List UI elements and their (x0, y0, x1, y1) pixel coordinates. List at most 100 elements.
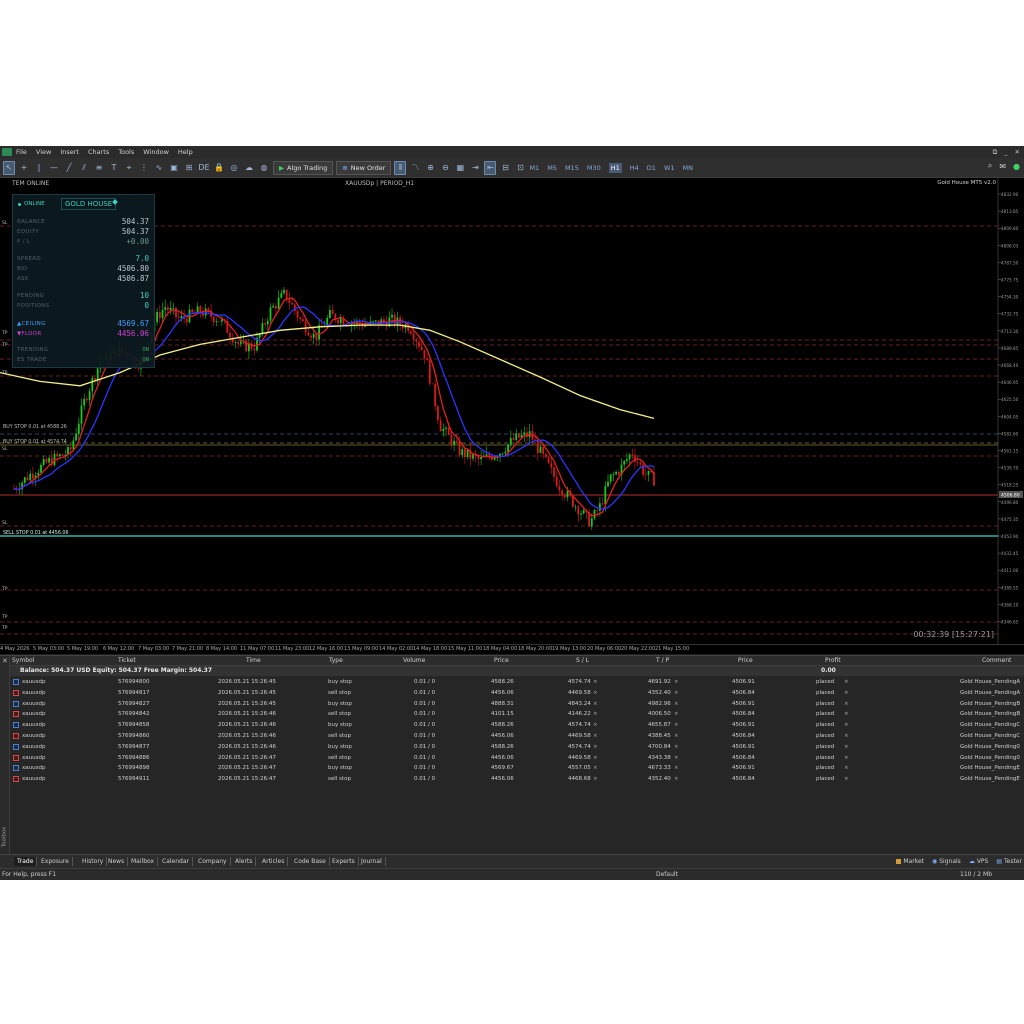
remove-sl-icon[interactable]: × (593, 776, 598, 782)
grid-icon[interactable]: ⊟ (499, 161, 511, 175)
col-time[interactable]: Time (246, 657, 261, 664)
tf-w1[interactable]: W1 (664, 164, 675, 172)
tf-m30[interactable]: M30 (587, 164, 601, 172)
algo-trading-button[interactable]: ▶ Algo Trading (273, 160, 334, 175)
order-row[interactable]: xauusdp 576994898 2026.05.21 15:26:47 buy s… (10, 763, 1024, 774)
order-row[interactable]: xauusdp 576994911 2026.05.21 15:26:47 sell … (10, 774, 1024, 785)
more-objects-icon[interactable]: ⋮ (138, 161, 150, 175)
signals-icon[interactable]: ◎ (228, 161, 240, 175)
tab-code-base[interactable]: Code Base (291, 857, 330, 866)
remove-tp-icon[interactable]: × (674, 679, 679, 685)
tab-trade[interactable]: Trade (14, 857, 38, 866)
chart-shift-icon[interactable]: ⇤ (484, 160, 497, 175)
zoom-out-icon[interactable]: ⊖ (439, 161, 451, 175)
toolbox-label[interactable]: Toolbox (1, 827, 7, 848)
tab-calendar[interactable]: Calendar (159, 857, 193, 866)
col-ticket[interactable]: Ticket (118, 657, 136, 664)
remove-profit-icon[interactable]: × (844, 744, 849, 750)
bar-chart-icon[interactable]: ⫴ (394, 160, 407, 175)
close-toolbox-icon[interactable]: ✕ (2, 657, 8, 665)
menu-tools[interactable]: Tools (118, 148, 134, 156)
order-row[interactable]: xauusdp 576994858 2026.05.21 15:26:46 buy s… (10, 720, 1024, 731)
tab-experts[interactable]: Experts (329, 857, 359, 866)
price-chart[interactable]: 4832.90 4813.85 4809.80 4808.03 4787.50 4775.… (0, 178, 1024, 644)
remove-sl-icon[interactable]: × (593, 765, 598, 771)
remove-sl-icon[interactable]: × (593, 679, 598, 685)
tab-articles[interactable]: Articles (259, 857, 289, 866)
depth-of-market-icon[interactable]: DE (198, 161, 210, 175)
tf-m15[interactable]: M15 (565, 164, 579, 172)
tab-mailbox[interactable]: Mailbox (128, 857, 159, 866)
remove-profit-icon[interactable]: × (844, 765, 849, 771)
remove-tp-icon[interactable]: × (674, 711, 679, 717)
remove-sl-icon[interactable]: × (593, 744, 598, 750)
col-profit[interactable]: Profit (825, 657, 841, 664)
tf-h1[interactable]: H1 (608, 162, 622, 173)
order-row[interactable]: xauusdp 576994877 2026.05.21 15:26:46 buy s… (10, 742, 1024, 753)
remove-sl-icon[interactable]: × (593, 701, 598, 707)
tf-m1[interactable]: M1 (529, 164, 539, 172)
remove-sl-icon[interactable]: × (593, 755, 598, 761)
fibonacci-icon[interactable]: ≡ (93, 161, 105, 175)
menu-insert[interactable]: Insert (60, 148, 79, 156)
cloud-icon[interactable]: ☁ (243, 161, 255, 175)
crosshair-icon[interactable]: + (18, 161, 30, 175)
order-row[interactable]: xauusdp 576994860 2026.05.21 15:26:46 sell … (10, 731, 1024, 742)
indicators-icon[interactable]: ∿ (153, 161, 165, 175)
new-order-button[interactable]: ⊕ New Order (336, 160, 392, 175)
vps-link[interactable]: ☁ VPS (969, 858, 989, 865)
globe-icon[interactable]: ◍ (258, 161, 270, 175)
zoom-in-icon[interactable]: ⊕ (424, 161, 436, 175)
minimize-icon[interactable]: _ (1004, 148, 1007, 157)
tab-journal[interactable]: Journal (358, 857, 386, 866)
tile-windows-icon[interactable]: ▦ (454, 161, 466, 175)
remove-sl-icon[interactable]: × (593, 722, 598, 728)
col-comment[interactable]: Comment (982, 657, 1011, 664)
tester-link[interactable]: ▤ Tester (996, 858, 1022, 865)
tab-alerts[interactable]: Alerts (232, 857, 257, 866)
tab-company[interactable]: Company (195, 857, 231, 866)
channel-icon[interactable]: ⫽ (78, 161, 90, 175)
shapes-icon[interactable]: ⌖ (123, 161, 135, 175)
menu-charts[interactable]: Charts (88, 148, 109, 156)
close-icon[interactable]: ✕ (1015, 148, 1020, 157)
remove-profit-icon[interactable]: × (844, 733, 849, 739)
tf-h4[interactable]: H4 (630, 164, 639, 172)
text-tool-icon[interactable]: T (108, 161, 120, 175)
account-icon[interactable]: ● (1013, 162, 1020, 171)
remove-tp-icon[interactable]: × (674, 701, 679, 707)
signals-link[interactable]: ◉ Signals (932, 858, 961, 865)
menu-file[interactable]: File (16, 148, 27, 156)
tab-history[interactable]: History (79, 857, 108, 866)
autoscroll-icon[interactable]: ⇥ (469, 161, 481, 175)
line-chart-icon[interactable]: 〽 (409, 161, 421, 175)
remove-tp-icon[interactable]: × (674, 690, 679, 696)
col-sl[interactable]: S / L (576, 657, 589, 664)
tf-m5[interactable]: M5 (547, 164, 557, 172)
remove-profit-icon[interactable]: × (844, 722, 849, 728)
templates-icon[interactable]: ⊞ (183, 161, 195, 175)
col-current-price[interactable]: Price (738, 657, 753, 664)
order-row[interactable]: xauusdp 576994817 2026.05.21 15:26:45 sell … (10, 688, 1024, 699)
menu-help[interactable]: Help (178, 148, 193, 156)
remove-profit-icon[interactable]: × (844, 755, 849, 761)
market-link[interactable]: Market (896, 858, 924, 865)
chat-icon[interactable]: ✉ (999, 162, 1006, 171)
col-volume[interactable]: Volume (403, 657, 425, 664)
tf-mn[interactable]: MN (683, 164, 693, 172)
remove-tp-icon[interactable]: × (674, 733, 679, 739)
remove-profit-icon[interactable]: × (844, 690, 849, 696)
col-price[interactable]: Price (494, 657, 509, 664)
cursor-tool-icon[interactable]: ↖ (3, 160, 15, 175)
order-row[interactable]: xauusdp 576994827 2026.05.21 15:26:45 buy s… (10, 699, 1024, 710)
trendline-icon[interactable]: ╱ (63, 161, 75, 175)
remove-profit-icon[interactable]: × (844, 711, 849, 717)
col-symbol[interactable]: Symbol (12, 657, 34, 664)
menu-view[interactable]: View (36, 148, 51, 156)
order-row[interactable]: xauusdp 576994886 2026.05.21 15:26:47 sell … (10, 753, 1024, 764)
tab-exposure[interactable]: Exposure (38, 857, 73, 866)
order-row[interactable]: xauusdp 576994800 2026.05.21 15:26:45 buy s… (10, 677, 1024, 688)
chart-window-icon[interactable]: ▣ (168, 161, 180, 175)
remove-sl-icon[interactable]: × (593, 690, 598, 696)
lock-icon[interactable]: 🔒 (213, 161, 225, 175)
